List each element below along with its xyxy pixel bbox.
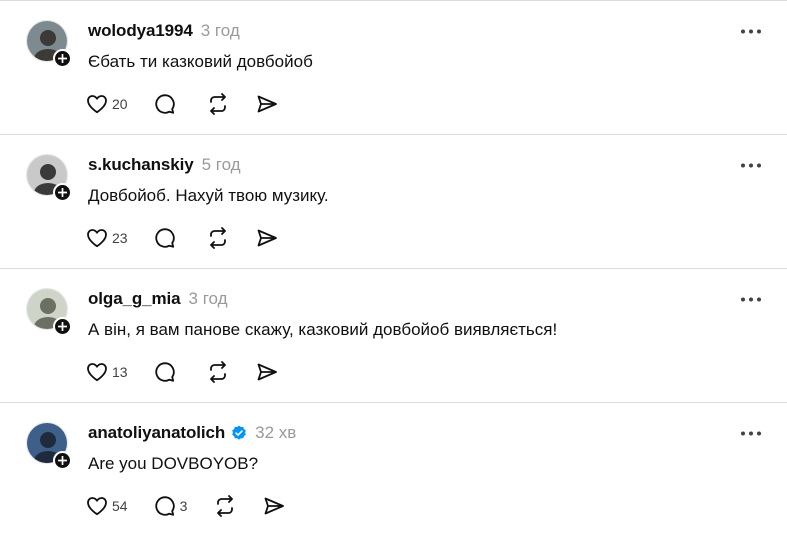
avatar-wrap[interactable] (26, 422, 72, 470)
post-time[interactable]: 3 год (189, 289, 228, 309)
send-icon (257, 363, 277, 381)
repost-icon (217, 495, 234, 517)
heart-icon (87, 497, 107, 516)
post-text: А він, я вам панове скажу, казковий довб… (88, 320, 558, 339)
more-horizontal-icon (741, 297, 761, 301)
like-button[interactable]: 54 (86, 496, 128, 516)
post-header: olga_g_mia 3 год (88, 288, 228, 310)
action-bar: 20 (86, 91, 304, 117)
avatar-wrap[interactable] (26, 288, 72, 336)
plus-icon (58, 54, 67, 63)
avatar-wrap[interactable] (26, 20, 72, 68)
comment-post: olga_g_mia 3 год А він, я вам панове ска… (0, 269, 787, 403)
heart-icon (87, 95, 107, 114)
heart-icon (87, 229, 107, 248)
plus-icon (58, 456, 67, 465)
share-button[interactable] (256, 362, 278, 382)
comment-button[interactable] (154, 361, 180, 383)
comment-button[interactable] (154, 93, 180, 115)
repost-icon (209, 227, 226, 249)
comment-post: wolodya1994 3 год Єбать ти казковий довб… (0, 1, 787, 135)
like-button[interactable]: 23 (86, 228, 128, 248)
follow-button[interactable] (53, 317, 72, 336)
comment-bubble-icon (154, 362, 175, 382)
avatar-wrap[interactable] (26, 154, 72, 202)
repost-button[interactable] (206, 227, 230, 249)
plus-icon (58, 322, 67, 331)
repost-icon (209, 93, 226, 115)
comment-post: anatoliyanatolich 32 хв Are you DOVBOYOB… (0, 403, 787, 537)
more-horizontal-icon (741, 163, 761, 167)
more-horizontal-icon (741, 29, 761, 33)
share-button[interactable] (256, 228, 278, 248)
send-icon (257, 95, 277, 113)
comment-count: 3 (179, 498, 188, 514)
username[interactable]: s.kuchanskiy (88, 155, 194, 175)
post-header: anatoliyanatolich 32 хв (88, 422, 296, 444)
follow-button[interactable] (53, 49, 72, 68)
post-time[interactable]: 5 год (202, 155, 241, 175)
more-button[interactable] (739, 23, 763, 39)
action-bar: 23 (86, 225, 304, 251)
comment-feed: wolodya1994 3 год Єбать ти казковий довб… (0, 1, 787, 537)
like-button[interactable]: 13 (86, 362, 128, 382)
username[interactable]: anatoliyanatolich (88, 423, 225, 443)
heart-icon (87, 363, 107, 382)
post-time[interactable]: 32 хв (255, 423, 296, 443)
post-text: Єбать ти казковий довбойоб (88, 52, 313, 71)
send-icon (264, 497, 285, 515)
more-button[interactable] (739, 425, 763, 441)
comment-button[interactable] (154, 227, 180, 249)
like-button[interactable]: 20 (86, 94, 128, 114)
like-count: 20 (112, 96, 128, 112)
like-count: 13 (112, 364, 128, 380)
action-bar: 13 (86, 359, 304, 385)
post-time[interactable]: 3 год (201, 21, 240, 41)
username[interactable]: wolodya1994 (88, 21, 193, 41)
more-button[interactable] (739, 291, 763, 307)
repost-icon (209, 361, 226, 383)
repost-button[interactable] (206, 93, 230, 115)
send-icon (257, 229, 277, 247)
comment-bubble-icon (154, 228, 175, 248)
post-header: s.kuchanskiy 5 год (88, 154, 241, 176)
post-header: wolodya1994 3 год (88, 20, 240, 42)
post-text: Are you DOVBOYOB? (88, 454, 259, 473)
share-button[interactable] (263, 496, 285, 516)
verified-badge-icon (231, 425, 247, 441)
comment-bubble-icon (154, 496, 175, 516)
comment-post: s.kuchanskiy 5 год Довбойоб. Нахуй твою … (0, 135, 787, 269)
more-horizontal-icon (741, 431, 761, 435)
action-bar: 54 3 (86, 493, 311, 519)
repost-button[interactable] (206, 361, 230, 383)
comment-bubble-icon (154, 94, 175, 114)
comment-button[interactable]: 3 (154, 495, 188, 517)
like-count: 23 (112, 230, 128, 246)
follow-button[interactable] (53, 183, 72, 202)
more-button[interactable] (739, 157, 763, 173)
like-count: 54 (112, 498, 128, 514)
plus-icon (58, 188, 67, 197)
post-text: Довбойоб. Нахуй твою музику. (88, 186, 329, 205)
share-button[interactable] (256, 94, 278, 114)
follow-button[interactable] (53, 451, 72, 470)
repost-button[interactable] (213, 495, 237, 517)
username[interactable]: olga_g_mia (88, 289, 181, 309)
